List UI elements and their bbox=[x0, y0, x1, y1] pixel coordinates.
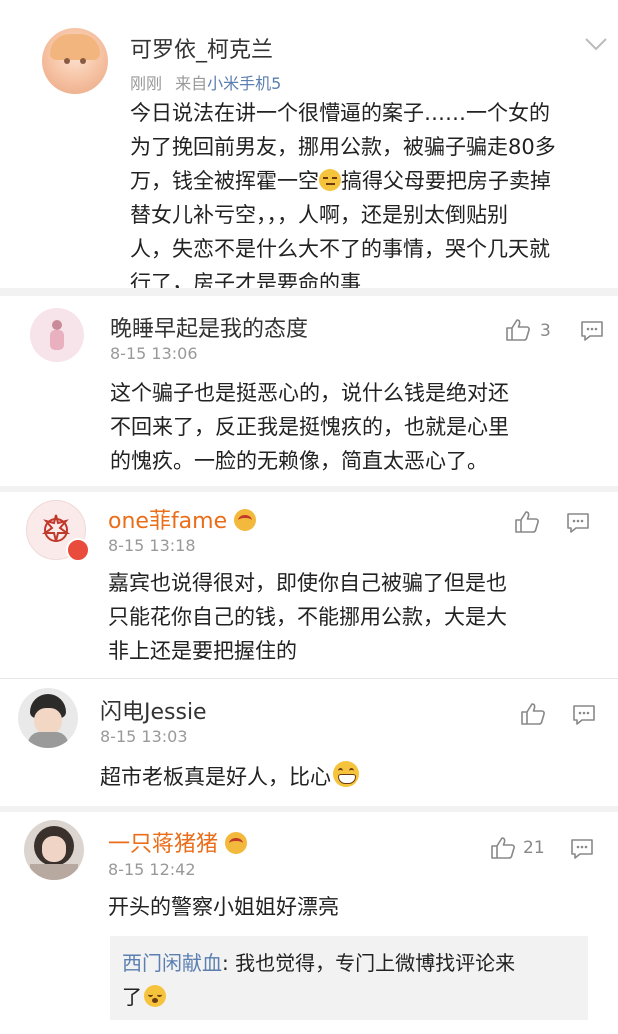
section-divider bbox=[0, 288, 618, 296]
section-divider bbox=[0, 806, 618, 812]
comment-time: 8-15 13:06 bbox=[110, 344, 198, 363]
commenter-name[interactable]: 一只蒋猪猪 bbox=[108, 826, 248, 858]
thumbs-up-icon[interactable] bbox=[505, 318, 531, 346]
thumbs-up-icon[interactable] bbox=[490, 836, 516, 864]
comment-body: 这个骗子也是挺恶心的，说什么钱是绝对还 不回来了，反正我是挺愧疚的，也就是心里 … bbox=[110, 381, 509, 473]
comment-time: 8-15 13:18 bbox=[108, 536, 196, 555]
post-source-link[interactable]: 小米手机5 bbox=[207, 74, 281, 93]
comment-time: 8-15 13:03 bbox=[100, 727, 188, 746]
reply-text: 西门闲献血: 我也觉得，专门上微博找评论来 bbox=[122, 951, 516, 975]
like-count: 3 bbox=[540, 321, 551, 341]
post-line: 替女儿补亏空，，，人啊，还是别太倒贴别 bbox=[130, 203, 508, 227]
reply-user-link[interactable]: 西门闲献血 bbox=[122, 951, 222, 975]
crying-emoji-icon bbox=[144, 985, 166, 1007]
post-line: 今日说法在讲一个很懵逼的案子……一个女的 bbox=[130, 101, 550, 125]
chevron-down-icon[interactable] bbox=[584, 36, 608, 55]
divider bbox=[0, 678, 618, 679]
comment-icon[interactable] bbox=[566, 512, 590, 538]
section-divider bbox=[0, 486, 618, 492]
like-count: 21 bbox=[523, 838, 545, 858]
vip-crown-icon bbox=[234, 509, 257, 531]
grin-emoji-icon bbox=[333, 761, 359, 787]
commenter-name[interactable]: 晚睡早起是我的态度 bbox=[110, 311, 308, 343]
comment-body: 超市老板真是好人，比心 bbox=[100, 760, 580, 794]
post-body: 今日说法在讲一个很懵逼的案子……一个女的 为了挽回前男友，挪用公款，被骗子骗走8… bbox=[130, 96, 600, 300]
post-author-name[interactable]: 可罗依_柯克兰 bbox=[130, 32, 273, 64]
comment-icon[interactable] bbox=[572, 704, 596, 730]
comment-icon[interactable] bbox=[570, 838, 594, 864]
post-meta: 刚刚 来自小米手机5 bbox=[130, 70, 281, 94]
reply-text-cont: 了 bbox=[122, 980, 166, 1014]
commenter-avatar[interactable] bbox=[30, 308, 84, 362]
reply-box[interactable]: 西门闲献血: 我也觉得，专门上微博找评论来 了 bbox=[110, 936, 588, 1020]
post-line: 人，失恋不是什么大不了的事情，哭个几天就 bbox=[130, 237, 550, 261]
thumbs-up-icon[interactable] bbox=[514, 510, 540, 538]
original-post: 可罗依_柯克兰 刚刚 来自小米手机5 今日说法在讲一个很懵逼的案子……一个女的 … bbox=[0, 0, 618, 295]
post-author-avatar[interactable] bbox=[42, 28, 108, 94]
commenter-avatar[interactable] bbox=[18, 688, 78, 748]
comment-body: 嘉宾也说得很对，即使你自己被骗了但是也 只能花你自己的钱，不能挪用公款，大是大 … bbox=[108, 571, 507, 663]
post-source-prefix: 来自 bbox=[175, 74, 208, 93]
post-line: 为了挽回前男友，挪用公款，被骗子骗走80多 bbox=[130, 135, 556, 159]
commenter-name[interactable]: 闪电Jessie bbox=[100, 694, 207, 726]
thumbs-up-icon[interactable] bbox=[520, 702, 546, 730]
commenter-avatar[interactable] bbox=[24, 820, 84, 880]
vip-crown-icon bbox=[225, 832, 248, 854]
comment-icon[interactable] bbox=[580, 320, 604, 346]
smirk-emoji-icon bbox=[319, 169, 341, 191]
comment-time: 8-15 12:42 bbox=[108, 860, 196, 879]
post-line-with-emoji: 万，钱全被挥霍一空 搞得父母要把房子卖掉 bbox=[130, 169, 551, 193]
post-time: 刚刚 bbox=[130, 74, 163, 93]
comment-body: 开头的警察小姐姐好漂亮 bbox=[108, 895, 339, 919]
verified-badge-icon bbox=[66, 538, 90, 562]
commenter-name[interactable]: one菲fame bbox=[108, 503, 257, 535]
